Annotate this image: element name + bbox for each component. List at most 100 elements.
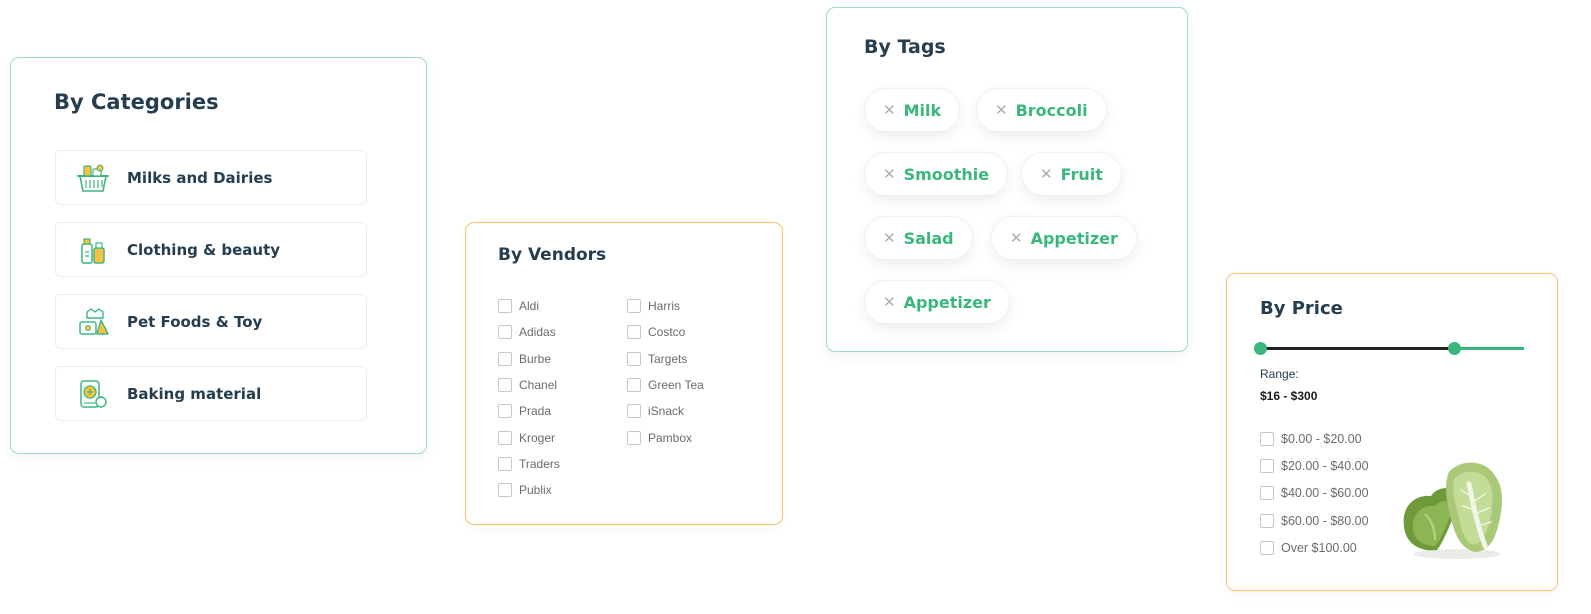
tag-label: Fruit [1060,164,1103,184]
vendor-option-prada[interactable]: Prada [498,398,560,424]
vendors-card: By Vendors Aldi Adidas Burbe Chanel Prad… [465,222,783,525]
tag-chip-broccoli[interactable]: ✕ Broccoli [976,88,1107,132]
tag-chip-fruit[interactable]: ✕ Fruit [1021,152,1122,196]
price-option-40-60[interactable]: $40.00 - $60.00 [1260,480,1369,507]
price-option-0-20[interactable]: $0.00 - $20.00 [1260,425,1369,452]
vendor-option-aldi[interactable]: Aldi [498,293,560,319]
remove-tag-icon[interactable]: ✕ [883,229,896,247]
category-item-milks-and-dairies[interactable]: Milks and Dairies [55,150,367,205]
vendor-label: Adidas [519,325,556,340]
vendor-checkbox[interactable] [627,378,641,393]
category-label: Clothing & beauty [127,240,281,259]
price-label: $40.00 - $60.00 [1281,486,1369,501]
vendor-option-kroger[interactable]: Kroger [498,424,560,450]
vendor-option-costco[interactable]: Costco [627,319,704,345]
price-option-list: $0.00 - $20.00 $20.00 - $40.00 $40.00 - … [1260,425,1369,562]
vendor-label: Aldi [519,299,540,314]
vendor-label: Burbe [519,351,552,366]
cabbage-image [1403,462,1502,559]
remove-tag-icon[interactable]: ✕ [883,165,896,183]
tag-label: Appetizer [1030,228,1118,248]
vendor-label: Kroger [519,430,556,445]
tag-chip-salad[interactable]: ✕ Salad [864,216,973,260]
vendor-option-pambox[interactable]: Pambox [627,424,704,450]
vendor-label: Green Tea [648,378,704,393]
category-list: Milks and Dairies Clothing & beauty Pet … [55,150,367,438]
tags-card: By Tags ✕ Milk ✕ Broccoli ✕ Smoothie ✕ F… [826,7,1188,352]
vendor-checkbox[interactable] [498,456,512,471]
vendor-option-targets[interactable]: Targets [627,346,704,372]
category-item-clothing-beauty[interactable]: Clothing & beauty [55,222,367,277]
vendor-checkbox[interactable] [498,483,512,498]
price-slider-min-handle[interactable] [1254,342,1267,355]
tag-chip-milk[interactable]: ✕ Milk [864,88,961,132]
price-card: By Price Range: $16 - $300 $0.00 - $20.0… [1226,273,1558,591]
price-label: $60.00 - $80.00 [1281,513,1369,528]
tag-label: Salad [903,228,954,248]
price-option-60-80[interactable]: $60.00 - $80.00 [1260,507,1369,534]
baking-icon [80,379,107,408]
tag-label: Appetizer [903,292,991,312]
vendor-checkbox[interactable] [627,430,641,445]
vendor-option-green-tea[interactable]: Green Tea [627,372,704,398]
tag-label: Smoothie [903,164,990,184]
tag-chip-smoothie[interactable]: ✕ Smoothie [864,152,1009,196]
vendor-option-publix[interactable]: Publix [498,477,560,503]
category-item-baking-material[interactable]: Baking material [55,366,367,421]
vendor-checkbox[interactable] [498,299,512,314]
tag-chip-appetizer[interactable]: ✕ Appetizer [991,216,1137,260]
vendor-checkbox[interactable] [627,299,641,314]
category-label: Baking material [127,384,262,403]
vendor-label: Harris [648,299,680,314]
remove-tag-icon[interactable]: ✕ [1040,165,1053,183]
vendor-checkbox[interactable] [498,378,512,393]
vendor-label: iSnack [648,404,685,419]
price-checkbox[interactable] [1260,513,1274,528]
vendor-checkbox[interactable] [498,325,512,340]
price-label: $20.00 - $40.00 [1281,459,1369,474]
categories-title: By Categories [54,90,219,114]
price-checkbox[interactable] [1260,431,1274,446]
price-option-20-40[interactable]: $20.00 - $40.00 [1260,452,1369,479]
vendor-checkbox[interactable] [627,351,641,366]
vendor-option-burbe[interactable]: Burbe [498,346,560,372]
price-label: Over $100.00 [1281,541,1357,556]
category-item-pet-foods-toy[interactable]: Pet Foods & Toy [55,294,367,349]
tag-label: Broccoli [1015,100,1088,120]
vendor-label: Publix [519,483,552,498]
vendor-option-isnack[interactable]: iSnack [627,398,704,424]
price-slider-track[interactable] [1454,347,1524,350]
price-checkbox[interactable] [1260,486,1274,501]
tag-chip-appetizer-2[interactable]: ✕ Appetizer [864,280,1010,324]
price-option-over-100[interactable]: Over $100.00 [1260,535,1369,562]
categories-card: By Categories Milks and Dairies Clothing… [10,57,427,454]
milk-basket-icon [77,164,109,192]
vendor-checkbox[interactable] [498,404,512,419]
remove-tag-icon[interactable]: ✕ [883,293,896,311]
vendor-label: Costco [648,325,686,340]
tags-title: By Tags [864,36,946,58]
price-checkbox[interactable] [1260,459,1274,474]
vendor-checkbox[interactable] [627,404,641,419]
vendors-title: By Vendors [498,245,607,265]
vendor-option-adidas[interactable]: Adidas [498,319,560,345]
vendor-label: Traders [519,456,560,471]
remove-tag-icon[interactable]: ✕ [883,101,896,119]
vendor-column-2: Harris Costco Targets Green Tea iSnack P… [627,293,704,451]
vendor-checkbox[interactable] [498,351,512,366]
vendor-checkbox[interactable] [498,430,512,445]
price-slider-max-handle[interactable] [1448,342,1461,355]
vendor-option-traders[interactable]: Traders [498,451,560,477]
price-checkbox[interactable] [1260,541,1274,556]
tag-label: Milk [903,100,942,120]
price-label: $0.00 - $20.00 [1281,431,1362,446]
price-slider-selected-range[interactable] [1260,347,1454,350]
remove-tag-icon[interactable]: ✕ [995,101,1008,119]
vendor-option-chanel[interactable]: Chanel [498,372,560,398]
category-label: Pet Foods & Toy [127,312,263,331]
category-label: Milks and Dairies [127,168,273,187]
vendor-option-harris[interactable]: Harris [627,293,704,319]
vendor-column-1: Aldi Adidas Burbe Chanel Prada Kroger Tr… [498,293,560,503]
vendor-checkbox[interactable] [627,325,641,340]
remove-tag-icon[interactable]: ✕ [1010,229,1023,247]
